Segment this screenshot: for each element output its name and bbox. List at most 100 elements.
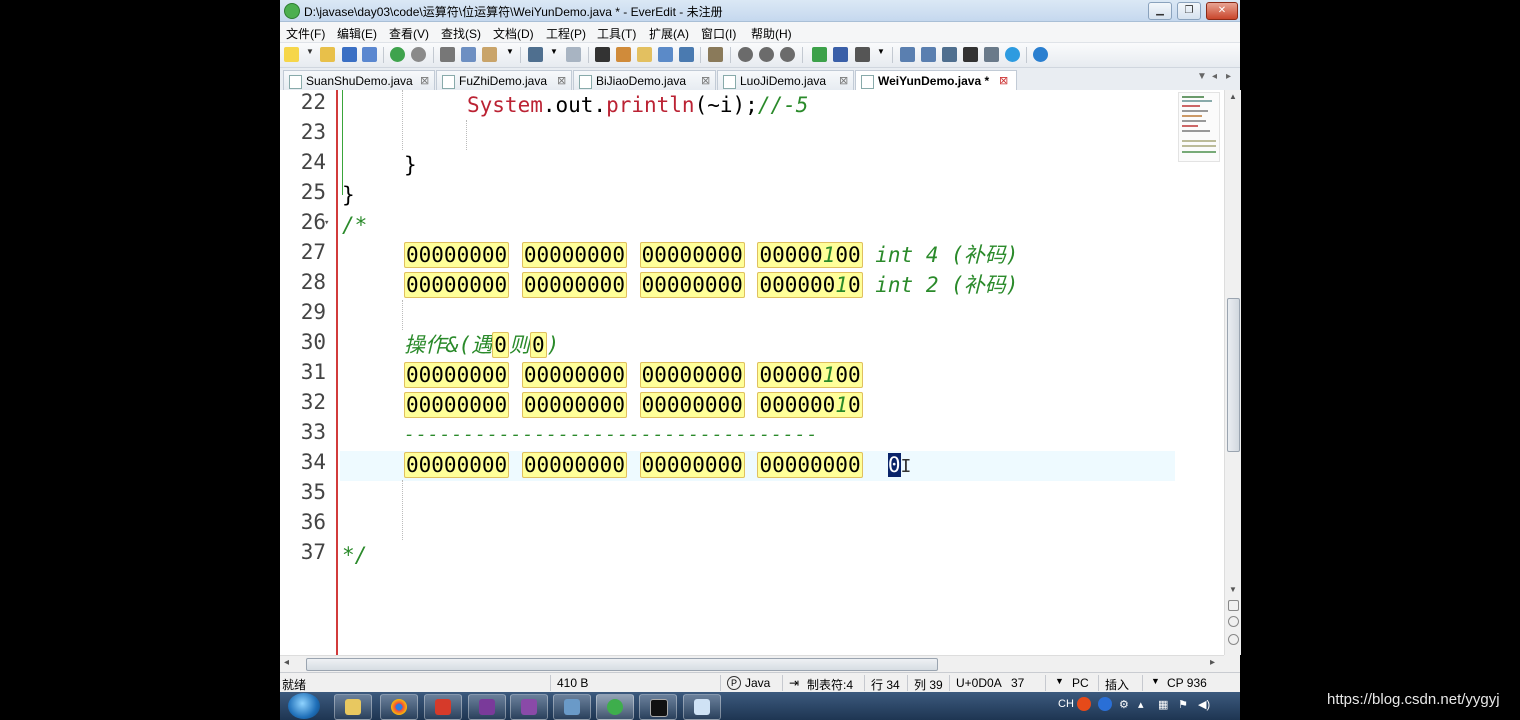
close-button[interactable]: ✕ [1206, 2, 1238, 20]
fold-toggle-icon[interactable]: ▾ [324, 218, 329, 228]
macro-settings-icon[interactable] [780, 47, 795, 62]
tab-close-icon[interactable]: ⊠ [557, 74, 566, 87]
taskbar-app-red[interactable] [424, 694, 462, 720]
copy-icon[interactable] [461, 47, 476, 62]
zoom-in-icon[interactable] [1228, 616, 1239, 627]
tools-dropdown-icon[interactable]: ▼ [877, 47, 885, 62]
menu-help[interactable]: 帮助(H) [751, 25, 792, 42]
macro-play-icon[interactable] [759, 47, 774, 62]
paste-icon[interactable] [482, 47, 497, 62]
tab-scroll-right-icon[interactable]: ▸ [1226, 71, 1231, 82]
taskbar-cmd[interactable] [639, 694, 677, 720]
menu-edit[interactable]: 编辑(E) [337, 25, 377, 42]
open-folder-icon[interactable] [320, 47, 335, 62]
find-next-icon[interactable] [658, 47, 673, 62]
panel-left-icon[interactable] [900, 47, 915, 62]
selected-result[interactable]: 0 [887, 453, 901, 477]
status-language[interactable]: Java [745, 676, 770, 690]
scroll-left-icon[interactable]: ◂ [284, 657, 289, 668]
horizontal-scroll-thumb[interactable] [306, 658, 938, 671]
vertical-scroll-thumb[interactable] [1227, 298, 1240, 452]
tab-scroll-left-icon[interactable]: ◂ [1212, 71, 1217, 82]
network-icon[interactable]: ▦ [1158, 698, 1168, 711]
tab-list-dropdown-icon[interactable]: ▼ [1197, 71, 1207, 82]
grid-icon[interactable] [984, 47, 999, 62]
sogou-ime-icon[interactable] [1077, 697, 1091, 711]
minimap[interactable] [1178, 92, 1220, 162]
list-icon[interactable] [566, 47, 581, 62]
format-icon[interactable] [528, 47, 543, 62]
replace-icon[interactable] [616, 47, 631, 62]
status-encoding[interactable]: CP 936 [1167, 676, 1207, 690]
tray-expand-icon[interactable]: ▴ [1138, 698, 1144, 711]
volume-icon[interactable]: ◀) [1198, 698, 1210, 711]
tab-close-icon[interactable]: ⊠ [701, 74, 710, 87]
tab-suanshudemo[interactable]: SuanShuDemo.java ⊠ [283, 70, 435, 91]
code-editor[interactable]: 22 23 24 25 26 ▾ 27 28 29 30 31 32 33 34… [280, 90, 1224, 655]
menu-tools[interactable]: 工具(T) [597, 25, 636, 42]
taskbar-tool[interactable] [553, 694, 591, 720]
run-icon[interactable] [812, 47, 827, 62]
split-icon[interactable] [1228, 600, 1239, 611]
menu-document[interactable]: 文档(D) [493, 25, 534, 42]
horizontal-scrollbar[interactable]: ◂ ▸ [280, 655, 1224, 672]
find-binoculars-icon[interactable] [595, 47, 610, 62]
encoding-dropdown-icon[interactable]: ▼ [1151, 676, 1160, 686]
cut-icon[interactable] [440, 47, 455, 62]
menu-file[interactable]: 文件(F) [286, 25, 325, 42]
tray-language[interactable]: CH [1058, 698, 1074, 710]
scroll-right-icon[interactable]: ▸ [1210, 657, 1215, 668]
menu-project[interactable]: 工程(P) [546, 25, 586, 42]
tab-close-icon[interactable]: ⊠ [839, 74, 848, 87]
help-icon[interactable] [1033, 47, 1048, 62]
build-icon[interactable] [833, 47, 848, 62]
save-all-icon[interactable] [362, 47, 377, 62]
calculator-icon[interactable] [708, 47, 723, 62]
new-file-icon[interactable] [284, 47, 299, 62]
tab-bijiaodemo[interactable]: BiJiaoDemo.java ⊠ [573, 70, 716, 91]
paste-dropdown-icon[interactable]: ▼ [506, 47, 514, 62]
taskbar-onenote[interactable] [468, 694, 506, 720]
minimize-button[interactable]: ▁ [1148, 2, 1172, 20]
ime-help-icon[interactable] [1098, 697, 1112, 711]
menu-view[interactable]: 查看(V) [389, 25, 429, 42]
taskbar-onenote-2[interactable] [510, 694, 548, 720]
undo-icon[interactable] [390, 47, 405, 62]
scroll-down-icon[interactable]: ▼ [1229, 585, 1237, 594]
maximize-button[interactable]: ❐ [1177, 2, 1201, 20]
tab-weiyundemo[interactable]: WeiYunDemo.java * ⊠ [855, 70, 1017, 92]
vertical-scrollbar[interactable]: ▲ ▼ [1224, 90, 1241, 655]
tab-close-icon[interactable]: ⊠ [999, 74, 1008, 87]
console-icon[interactable] [963, 47, 978, 62]
goto-icon[interactable] [679, 47, 694, 62]
ime-settings-icon[interactable]: ⚙ [1119, 698, 1129, 711]
tab-luojidemo[interactable]: LuoJiDemo.java ⊠ [717, 70, 854, 91]
scroll-up-icon[interactable]: ▲ [1229, 92, 1237, 101]
web-icon[interactable] [1005, 47, 1020, 62]
panel-output-icon[interactable] [942, 47, 957, 62]
tab-fuzhidemo[interactable]: FuZhiDemo.java ⊠ [436, 70, 572, 91]
status-tab-size[interactable]: 制表符:4 [807, 676, 853, 693]
zoom-out-icon[interactable] [1228, 634, 1239, 645]
menu-extensions[interactable]: 扩展(A) [649, 25, 689, 42]
redo-icon[interactable] [411, 47, 426, 62]
find-in-files-icon[interactable] [637, 47, 652, 62]
new-dropdown-icon[interactable]: ▼ [306, 47, 314, 62]
macro-record-icon[interactable] [738, 47, 753, 62]
action-center-icon[interactable]: ⚑ [1178, 698, 1188, 711]
tools-hammer-icon[interactable] [855, 47, 870, 62]
panel-outline-icon[interactable] [921, 47, 936, 62]
start-button[interactable] [288, 693, 320, 719]
format-dropdown-icon[interactable]: ▼ [550, 47, 558, 62]
save-icon[interactable] [342, 47, 357, 62]
taskbar-everedit[interactable] [596, 694, 634, 720]
status-line-ending[interactable]: PC [1072, 676, 1089, 690]
taskbar-chrome[interactable] [380, 694, 418, 720]
taskbar-notepad[interactable] [683, 694, 721, 720]
menu-window[interactable]: 窗口(I) [701, 25, 736, 42]
status-insert-mode[interactable]: 插入 [1105, 676, 1129, 693]
eol-dropdown-icon[interactable]: ▼ [1055, 676, 1064, 686]
tab-close-icon[interactable]: ⊠ [420, 74, 429, 87]
menu-find[interactable]: 查找(S) [441, 25, 481, 42]
taskbar-explorer[interactable] [334, 694, 372, 720]
